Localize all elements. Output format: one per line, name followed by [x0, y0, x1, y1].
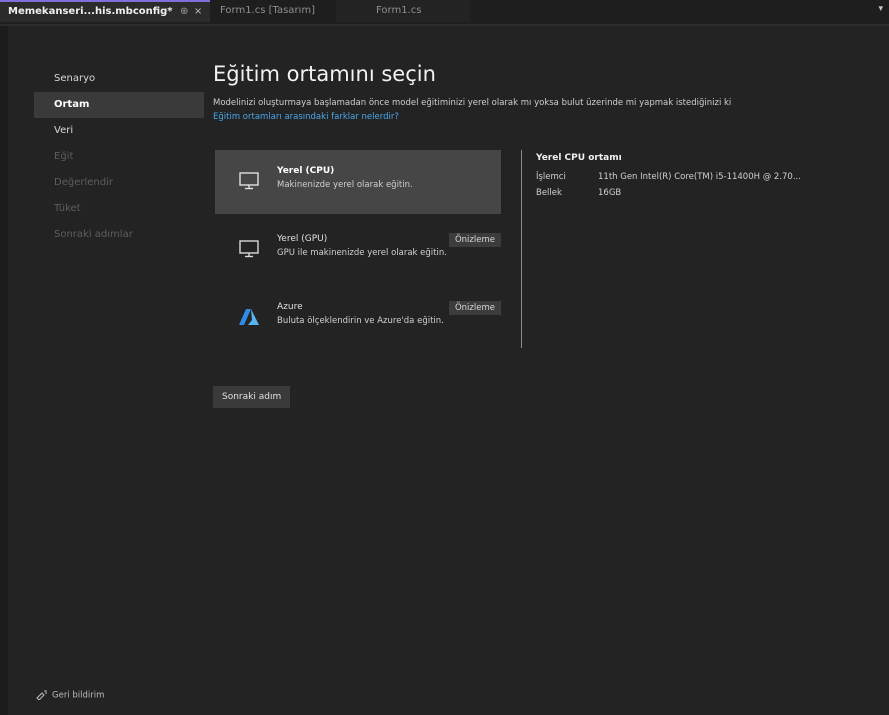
preview-badge: Önizleme: [448, 233, 501, 247]
model-builder-panel: Senaryo Ortam Veri Eğit Değerlendir Tüke…: [8, 26, 889, 715]
next-step-button[interactable]: Sonraki adım: [213, 386, 291, 408]
tab-form1-code[interactable]: Form1.cs: [336, 0, 470, 22]
nav-item-degerlendir: Değerlendir: [54, 177, 113, 188]
feedback-icon: [36, 690, 47, 700]
info-row-memory: Bellek 16GB: [536, 188, 868, 198]
close-icon[interactable]: ×: [194, 6, 202, 17]
azure-icon: [239, 309, 259, 325]
option-local-cpu[interactable]: Yerel (CPU) Makinenizde yerel olarak eği…: [215, 150, 501, 214]
tab-label: Form1.cs [Tasarım]: [220, 5, 315, 16]
info-value: 16GB: [598, 188, 622, 198]
option-title: Yerel (CPU): [277, 166, 335, 176]
environment-differences-link[interactable]: Eğitim ortamları arasındaki farklar nele…: [213, 112, 399, 122]
step-navigation: Senaryo Ortam Veri Eğit Değerlendir Tüke…: [34, 66, 204, 248]
tab-form1-designer[interactable]: Form1.cs [Tasarım]: [212, 0, 326, 22]
option-title: Azure: [277, 302, 303, 312]
pin-icon[interactable]: ⊕: [180, 6, 188, 17]
option-description: Makinenizde yerel olarak eğitin.: [277, 180, 413, 190]
nav-item-ortam[interactable]: Ortam: [34, 92, 204, 118]
nav-item-tuket: Tüket: [54, 203, 81, 214]
option-description: Bulutа ölçeklendirin ve Azure'da eğitin.: [277, 316, 444, 326]
nav-item-egit: Eğit: [54, 151, 74, 162]
option-local-gpu[interactable]: Yerel (GPU) GPU ile makinenizde yerel ol…: [215, 218, 501, 282]
monitor-icon: [239, 240, 259, 258]
tab-mbconfig[interactable]: Memekanseri...his.mbconfig* ⊕ ×: [0, 0, 210, 22]
option-title: Yerel (GPU): [277, 234, 328, 244]
environment-info-title: Yerel CPU ortamı: [536, 153, 622, 163]
tab-dropdown-icon[interactable]: ▾: [878, 4, 883, 14]
tab-label: Memekanseri...his.mbconfig*: [8, 6, 173, 17]
info-key: Bellek: [536, 188, 562, 198]
info-value: 11th Gen Intel(R) Core(TM) i5-11400H @ 2…: [598, 172, 801, 182]
feedback-label: Geri bildirim: [52, 690, 105, 701]
tab-label: Form1.cs: [376, 5, 422, 16]
feedback-link[interactable]: Geri bildirim: [36, 690, 104, 701]
vertical-divider: [521, 150, 522, 348]
page-description: Modelinizi oluşturmaya başlamadan önce m…: [213, 98, 732, 108]
document-tab-bar: Memekanseri...his.mbconfig* ⊕ × Form1.cs…: [0, 0, 889, 26]
nav-item-veri[interactable]: Veri: [34, 118, 204, 144]
preview-badge: Önizleme: [448, 301, 501, 315]
nav-item-sonraki-adimlar: Sonraki adımlar: [54, 229, 133, 240]
info-row-processor: İşlemci 11th Gen Intel(R) Core(TM) i5-114…: [536, 172, 868, 182]
monitor-icon: [239, 172, 259, 190]
nav-item-senaryo[interactable]: Senaryo: [34, 66, 204, 92]
option-azure[interactable]: Azure Bulutа ölçeklendirin ve Azure'da e…: [215, 286, 501, 350]
option-description: GPU ile makinenizde yerel olarak eğitin.: [277, 248, 447, 258]
info-key: İşlemci: [536, 172, 566, 182]
page-title: Eğitim ortamını seçin: [213, 62, 436, 86]
